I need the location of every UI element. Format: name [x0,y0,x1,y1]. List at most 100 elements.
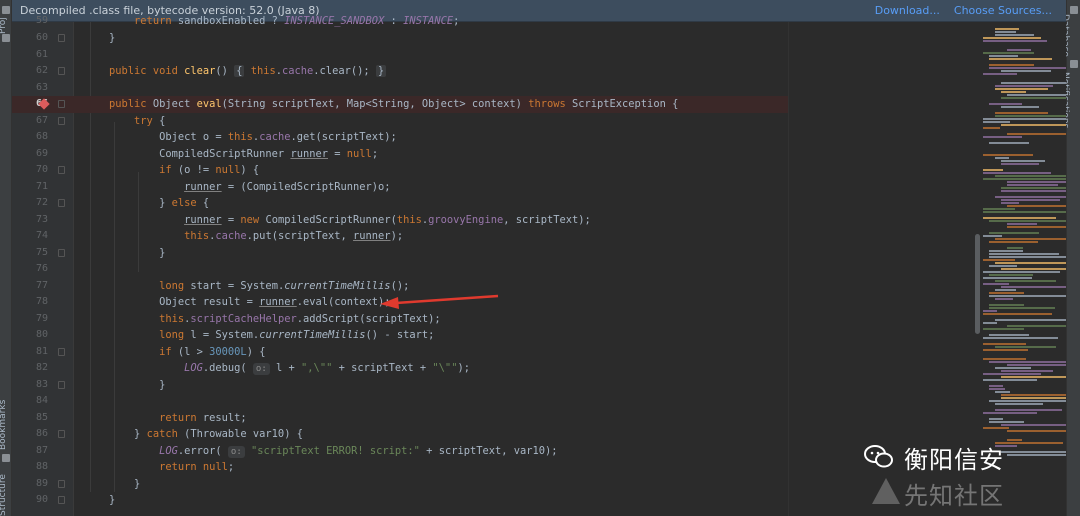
line-number: 72 [35,197,48,208]
choose-sources-link[interactable]: Choose Sources... [954,4,1052,17]
minimap-line [1001,187,1066,189]
code-line[interactable]: 90 } [12,492,788,509]
bookmark-icon[interactable] [2,454,10,462]
code-line[interactable]: 88 return null; [12,459,788,476]
project-tab-label[interactable]: Proj [0,17,8,34]
minimap-line [995,298,1013,300]
minimap-line [989,232,1039,234]
minimap-line [1001,202,1019,204]
code-line[interactable]: 68 Object o = this.cache.get(scriptText)… [12,129,788,146]
minimap-line [1001,160,1045,162]
minimap-line [983,358,1026,360]
minimap-line [989,58,1052,60]
code-line[interactable]: 83 } [12,377,788,394]
minimap-line [1001,199,1060,201]
minimap-line [989,241,1038,243]
minimap-scroll-thumb[interactable] [975,234,980,334]
code-text: runner = new CompiledScriptRunner(this.g… [184,213,591,226]
line-number: 74 [35,230,48,241]
code-text: return result; [159,411,247,424]
code-line[interactable]: 86 } catch (Throwable var10) { [12,426,788,443]
code-line[interactable]: 82 LOG.debug( o: l + ",\"" + scriptText … [12,360,788,377]
fold-marker[interactable] [58,347,65,356]
code-line[interactable]: 62 public void clear() { this.cache.clea… [12,63,788,80]
fold-marker[interactable] [58,34,65,42]
code-text: long start = System.currentTimeMillis(); [159,279,410,292]
fold-marker[interactable] [58,248,65,257]
minimap-line [983,211,1066,213]
database-icon[interactable] [1070,6,1078,14]
wechat-icon [864,445,893,468]
line-number: 90 [35,494,48,505]
code-line[interactable]: 87 LOG.error( o: "scriptText ERROR! scri… [12,443,788,460]
minimap-line [1007,49,1031,51]
code-line[interactable]: 63 [12,80,788,97]
line-number: 82 [35,362,48,373]
code-line[interactable]: 85 return result; [12,410,788,427]
fold-marker[interactable] [58,199,65,207]
code-line[interactable]: 76 [12,261,788,278]
code-line[interactable]: 79 this.scriptCacheHelper.addScript(scri… [12,311,788,328]
code-line[interactable]: 89 } [12,476,788,493]
minimap-line [989,361,1066,363]
code-line[interactable]: 69 CompiledScriptRunner runner = null; [12,146,788,163]
code-line[interactable]: 75 } [12,245,788,262]
code-line[interactable]: 80 long l = System.currentTimeMillis() -… [12,327,788,344]
code-text: CompiledScriptRunner runner = null; [84,147,379,160]
code-line[interactable]: 70 if (o != null) { [12,162,788,179]
line-number: 89 [35,477,48,489]
fold-marker[interactable] [58,430,65,438]
code-line[interactable]: 73 runner = new CompiledScriptRunner(thi… [12,212,788,229]
code-text: } else { [84,197,210,209]
line-number: 78 [35,296,48,307]
minimap-line [1007,247,1023,249]
minimap-line [983,73,1017,75]
code-line[interactable]: 61 [12,47,788,64]
minimap-line [983,37,1041,39]
minimap-line [989,295,1066,297]
minimap-line [989,67,1066,69]
breakpoint-line[interactable]: 66 public Object eval(String scriptText,… [12,96,788,113]
code-line[interactable]: 71 runner = (CompiledScriptRunner)o; [12,179,788,196]
folder-icon[interactable] [2,34,10,42]
line-number: 80 [35,329,48,340]
minimap-line [1001,397,1066,399]
code-text: } [84,477,141,490]
minimap-line [1001,376,1066,378]
code-line[interactable]: 60 } [12,30,788,47]
code-line[interactable]: 74 this.cache.put(scriptText, runner); [12,228,788,245]
minimap-line [983,52,1034,54]
bookmarks-tab-label[interactable]: Bookmarks [0,400,8,450]
structure-tab-label[interactable]: Structure [0,474,8,516]
code-line[interactable]: 81 if (l > 30000L) { [12,344,788,361]
minimap-line [983,40,1047,42]
watermark: 衡阳信安 先知社区 [864,440,1054,510]
minimap-line [983,277,1032,279]
code-line[interactable]: 67 try { [12,113,788,130]
notifications-icon[interactable] [1070,60,1078,68]
watermark-subtitle: 先知社区 [904,482,1004,510]
code-text: try { [134,114,166,127]
code-line[interactable]: 72 } else { [12,195,788,212]
fold-marker[interactable] [58,479,65,488]
fold-marker[interactable] [58,496,65,504]
minimap-line [989,103,1022,105]
code-line[interactable]: 59 return sandboxEnabled ? INSTANCE_SAND… [12,13,788,30]
line-number: 62 [35,65,48,76]
minimap-line [989,55,1018,57]
minimap-line [983,379,1037,381]
minimap-line [1001,106,1039,108]
code-line[interactable]: 84 [12,393,788,410]
minimap-line [983,283,1009,285]
project-icon[interactable] [2,6,10,14]
download-link[interactable]: Download... [875,4,940,17]
minimap-line [1001,163,1039,165]
fold-marker[interactable] [58,380,65,389]
fold-marker[interactable] [58,100,65,108]
fold-marker[interactable] [58,116,65,125]
code-text: } [84,32,116,44]
minimap-line [983,271,1060,273]
code-editor[interactable]: 59 return sandboxEnabled ? INSTANCE_SAND… [12,15,788,516]
fold-marker[interactable] [58,67,65,75]
fold-marker[interactable] [58,166,65,174]
